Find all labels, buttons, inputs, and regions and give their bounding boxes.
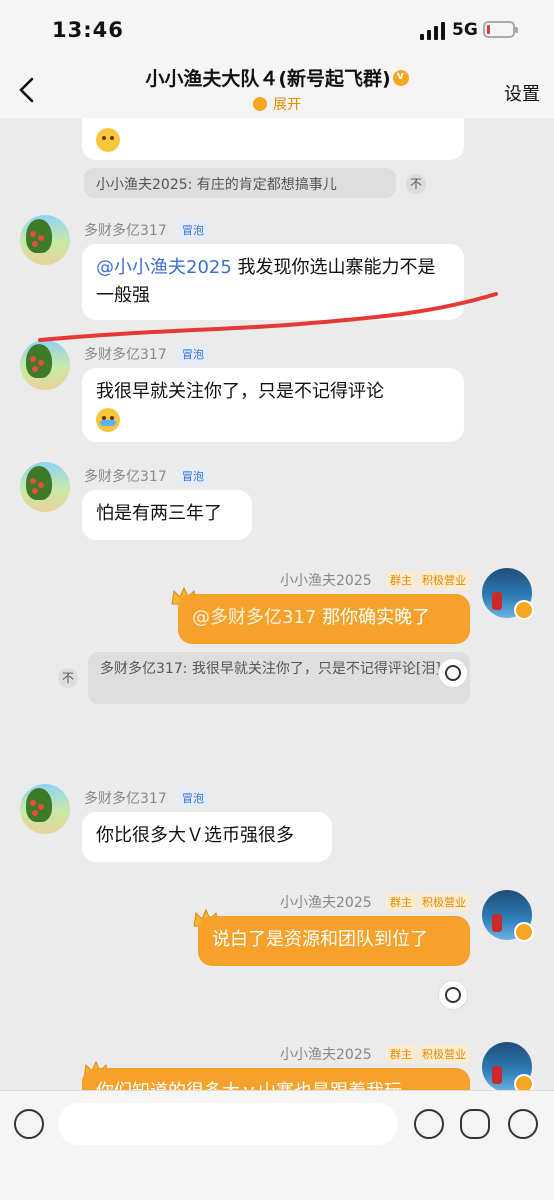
sender-name: 多财多亿317 bbox=[84, 347, 167, 363]
expand-button[interactable]: 展开 bbox=[0, 94, 554, 114]
add-reaction-icon[interactable] bbox=[438, 980, 468, 1010]
add-reaction-icon[interactable] bbox=[438, 658, 468, 688]
quote-dismiss-icon[interactable]: 不 bbox=[58, 668, 78, 688]
avatar[interactable] bbox=[20, 462, 70, 512]
sender-name: 小小渔夫2025 bbox=[280, 895, 372, 911]
reply-quote[interactable]: 小小渔夫2025: 有庄的肯定都想搞事儿 bbox=[84, 168, 396, 198]
reply-quote-text: 小小渔夫2025: 有庄的肯定都想搞事儿 bbox=[96, 177, 337, 193]
mention-link[interactable]: @多财多亿317 bbox=[192, 607, 316, 628]
signal-icon bbox=[420, 22, 446, 40]
message-bubble[interactable]: @小小渔夫2025 我发现你选山寨能力不是一般强 bbox=[82, 244, 464, 320]
reply-quote[interactable]: 多财多亿317: 我很早就关注你了，只是不记得评论[泪] bbox=[88, 652, 470, 704]
expand-icon bbox=[253, 97, 267, 111]
thinking-emoji-icon bbox=[96, 128, 120, 152]
verified-badge-icon bbox=[514, 922, 534, 942]
group-title-text: 小小渔夫大队４(新号起飞群) bbox=[145, 68, 391, 90]
message-text: 说白了是资源和团队到位了 bbox=[212, 929, 428, 950]
emoji-icon[interactable] bbox=[414, 1109, 444, 1139]
status-bar: 13:46 5G bbox=[0, 0, 554, 62]
sender-name: 多财多亿317 bbox=[84, 469, 167, 485]
message-bubble[interactable]: 我很早就关注你了，只是不记得评论 bbox=[82, 368, 464, 442]
message-text: 你比很多大Ｖ选币强很多 bbox=[96, 825, 294, 846]
chat-messages[interactable]: 小小渔夫2025: 有庄的肯定都想搞事儿 不 多财多亿317 冒泡 @小小渔夫2… bbox=[0, 118, 554, 1090]
avatar[interactable] bbox=[20, 784, 70, 834]
message-bubble-self[interactable]: @多财多亿317 那你确实晚了 bbox=[178, 594, 470, 644]
message-text: 那你确实晚了 bbox=[316, 607, 431, 628]
verified-badge-icon bbox=[392, 69, 409, 86]
expand-label: 展开 bbox=[273, 97, 301, 113]
message-bubble[interactable]: 怕是有两三年了 bbox=[82, 490, 252, 540]
quote-dismiss-icon[interactable]: 不 bbox=[406, 174, 426, 194]
avatar[interactable] bbox=[20, 215, 70, 265]
sender-name: 多财多亿317 bbox=[84, 791, 167, 807]
owner-tag: 群主 bbox=[386, 893, 416, 911]
avatar[interactable] bbox=[20, 340, 70, 390]
member-tag: 冒泡 bbox=[178, 221, 208, 239]
owner-tag: 群主 bbox=[386, 571, 416, 589]
reply-quote-text: 多财多亿317: 我很早就关注你了，只是不记得评论[泪] bbox=[100, 661, 441, 677]
sender-name: 多财多亿317 bbox=[84, 223, 167, 239]
owner-tag: 群主 bbox=[386, 1045, 416, 1063]
sender-name: 小小渔夫2025 bbox=[280, 1047, 372, 1063]
message-text: 怕是有两三年了 bbox=[96, 503, 222, 524]
message-bubble-self[interactable]: 你们知道的很多大ｖ山寨也是跟着我玩 bbox=[82, 1068, 470, 1090]
activity-tag: 积极营业 bbox=[418, 1045, 470, 1063]
member-tag: 冒泡 bbox=[178, 789, 208, 807]
member-tag: 冒泡 bbox=[178, 467, 208, 485]
activity-tag: 积极营业 bbox=[418, 571, 470, 589]
message-bubble[interactable]: 你比很多大Ｖ选币强很多 bbox=[82, 812, 332, 862]
verified-badge-icon bbox=[514, 1074, 534, 1090]
sticker-icon[interactable] bbox=[460, 1109, 490, 1139]
sender-name: 小小渔夫2025 bbox=[280, 573, 372, 589]
battery-icon bbox=[483, 21, 518, 38]
mention-link[interactable]: @小小渔夫2025 bbox=[96, 257, 232, 278]
message-bubble-self[interactable]: 说白了是资源和团队到位了 bbox=[198, 916, 470, 966]
input-bar bbox=[0, 1090, 554, 1200]
status-time: 13:46 bbox=[52, 18, 124, 42]
group-title: 小小渔夫大队４(新号起飞群) bbox=[0, 64, 554, 91]
message-text: 我很早就关注你了，只是不记得评论 bbox=[96, 381, 384, 402]
crying-emoji-icon bbox=[96, 408, 120, 432]
member-tag: 冒泡 bbox=[178, 345, 208, 363]
network-type: 5G bbox=[452, 20, 478, 40]
chat-header: 小小渔夫大队４(新号起飞群) 展开 设置 bbox=[0, 62, 554, 118]
message-text: 你们知道的很多大ｖ山寨也是跟着我玩 bbox=[96, 1081, 402, 1090]
voice-icon[interactable] bbox=[14, 1109, 44, 1139]
message-input[interactable] bbox=[58, 1103, 398, 1145]
activity-tag: 积极营业 bbox=[418, 893, 470, 911]
message-bubble-partial[interactable] bbox=[82, 118, 464, 160]
plus-icon[interactable] bbox=[508, 1109, 538, 1139]
settings-button[interactable]: 设置 bbox=[504, 80, 540, 106]
verified-badge-icon bbox=[514, 600, 534, 620]
